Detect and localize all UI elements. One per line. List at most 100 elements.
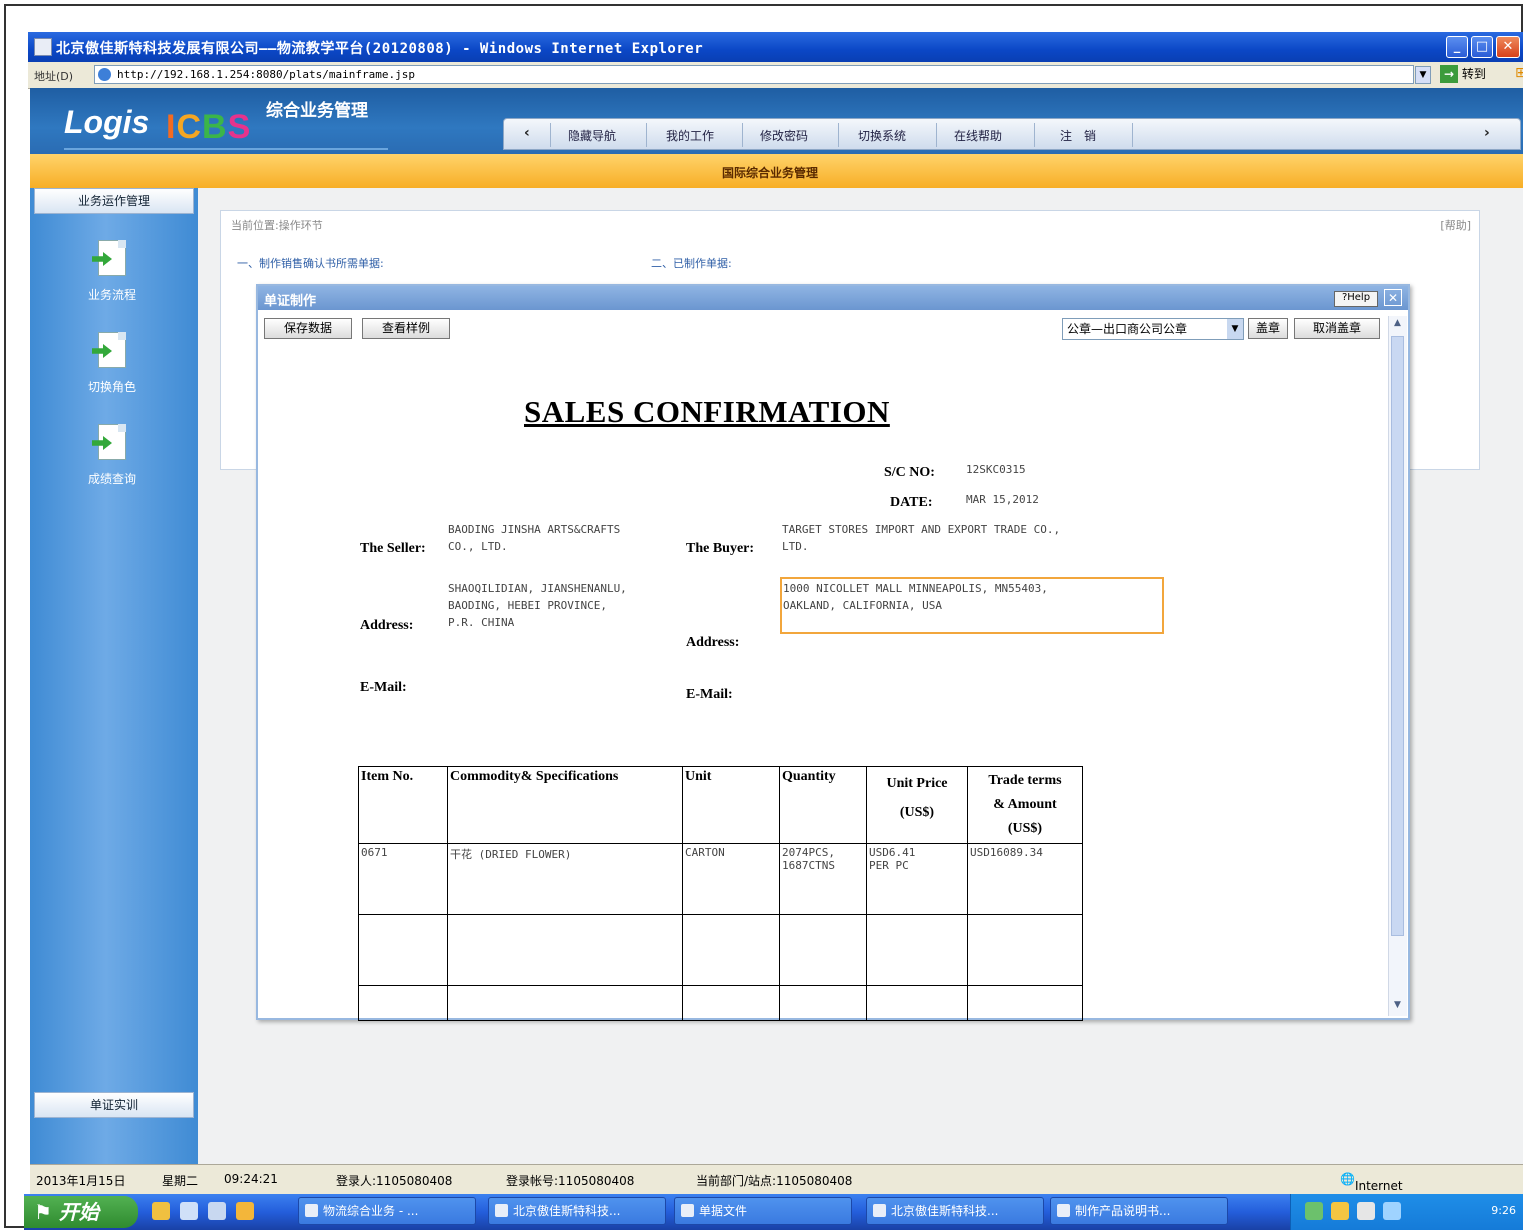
table-row bbox=[358, 914, 1083, 986]
status-department: 当前部门/站点:1105080408 bbox=[696, 1174, 853, 1188]
nav-online-help[interactable]: 在线帮助 bbox=[954, 127, 1002, 144]
url-dropdown-icon[interactable]: ▼ bbox=[1415, 66, 1431, 84]
cell-amount[interactable]: USD16089.34 bbox=[967, 843, 1083, 915]
quicklaunch-media-icon[interactable] bbox=[208, 1202, 226, 1220]
header-commodity: Commodity& Specifications bbox=[447, 766, 683, 844]
document-arrow-icon[interactable] bbox=[92, 240, 132, 278]
dialog-titlebar: 单证制作 ?Help ✕ bbox=[258, 286, 1408, 310]
logo-logis: Logis bbox=[64, 104, 150, 140]
app-subtitle: 综合业务管理 bbox=[266, 101, 368, 121]
nav-switch-system[interactable]: 切换系统 bbox=[858, 127, 906, 144]
date-value[interactable]: MAR 15,2012 bbox=[966, 493, 1039, 506]
document-arrow-icon[interactable] bbox=[92, 424, 132, 462]
view-sample-button[interactable]: 查看样例 bbox=[362, 318, 450, 339]
maximize-button[interactable]: □ bbox=[1471, 36, 1493, 58]
seller-address-value[interactable]: SHAOQILIDIAN, JIANSHENANLU, BAODING, HEB… bbox=[448, 580, 627, 631]
header-quantity: Quantity bbox=[779, 766, 867, 844]
module-band: 国际综合业务管理 bbox=[30, 154, 1523, 188]
nav-logout[interactable]: 注 销 bbox=[1060, 127, 1096, 144]
dialog-close-icon[interactable]: ✕ bbox=[1384, 289, 1402, 306]
taskbar-item-1[interactable]: 物流综合业务 - ... bbox=[298, 1197, 476, 1225]
url-text: http://192.168.1.254:8080/plats/mainfram… bbox=[117, 68, 416, 81]
tray-volume-icon[interactable] bbox=[1357, 1202, 1375, 1220]
scroll-down-icon[interactable]: ▼ bbox=[1391, 1000, 1404, 1014]
document-arrow-icon[interactable] bbox=[92, 332, 132, 370]
quicklaunch-desktop-icon[interactable] bbox=[152, 1202, 170, 1220]
stamp-button[interactable]: 盖章 bbox=[1248, 318, 1288, 339]
buyer-email-label: E-Mail: bbox=[686, 687, 733, 702]
dialog-scrollbar[interactable]: ▲ ▼ bbox=[1388, 316, 1407, 1016]
nav-hide-navigation[interactable]: 隐藏导航 bbox=[568, 127, 616, 144]
tray-network-icon[interactable] bbox=[1305, 1202, 1323, 1220]
status-date: 2013年1月15日 bbox=[36, 1174, 126, 1188]
cancel-stamp-button[interactable]: 取消盖章 bbox=[1294, 318, 1380, 339]
seller-address-label: Address: bbox=[360, 618, 414, 633]
cell-commodity[interactable]: 干花 (DRIED FLOWER) bbox=[447, 843, 683, 915]
table-row: 0671 干花 (DRIED FLOWER) CARTON 2074PCS, 1… bbox=[358, 843, 1083, 915]
minimize-button[interactable]: _ bbox=[1446, 36, 1468, 58]
quicklaunch-ie-icon[interactable] bbox=[180, 1202, 198, 1220]
taskbar-item-2[interactable]: 北京傲佳斯特科技... bbox=[488, 1197, 666, 1225]
sidebar-item-grade-query[interactable]: 成绩查询 bbox=[60, 470, 164, 487]
sidebar-header-ops[interactable]: 业务运作管理 bbox=[34, 188, 194, 214]
sidebar-header-docs[interactable]: 单证实训 bbox=[34, 1092, 194, 1118]
url-input[interactable]: http://192.168.1.254:8080/plats/mainfram… bbox=[94, 65, 1431, 84]
header-unit: Unit bbox=[682, 766, 780, 844]
dialog-help-button[interactable]: ?Help bbox=[1334, 291, 1378, 307]
cell-quantity[interactable]: 2074PCS, 1687CTNS bbox=[779, 843, 867, 915]
start-button[interactable]: ⚑ 开始 bbox=[24, 1196, 138, 1228]
nav-my-work[interactable]: 我的工作 bbox=[666, 127, 714, 144]
module-title: 国际综合业务管理 bbox=[722, 166, 819, 180]
section-made-docs: 二、已制作单据: bbox=[651, 257, 732, 270]
address-bar: 地址(D) http://192.168.1.254:8080/plats/ma… bbox=[28, 62, 1523, 89]
close-window-button[interactable]: ✕ bbox=[1496, 36, 1520, 58]
seal-select-value: 公章—出口商公司公章 bbox=[1067, 322, 1188, 336]
taskbar-item-5[interactable]: 制作产品说明书... bbox=[1050, 1197, 1228, 1225]
quicklaunch-app-icon[interactable] bbox=[236, 1202, 254, 1220]
top-nav: ‹ 隐藏导航 我的工作 修改密码 切换系统 在线帮助 注 销 › bbox=[503, 118, 1521, 150]
nav-right-arrow-icon[interactable]: › bbox=[1484, 125, 1490, 141]
sidebar: 业务运作管理 业务流程 切换角色 成绩查询 单证实训 bbox=[30, 188, 198, 1164]
address-label: 地址(D) bbox=[34, 70, 74, 83]
sidebar-item-switch-role[interactable]: 切换角色 bbox=[60, 378, 164, 395]
tray-security-icon[interactable] bbox=[1331, 1202, 1349, 1220]
date-label: DATE: bbox=[890, 495, 933, 510]
taskbar-item-3[interactable]: 单据文件 bbox=[674, 1197, 852, 1225]
scroll-up-icon[interactable]: ▲ bbox=[1391, 318, 1404, 332]
seller-label: The Seller: bbox=[360, 541, 426, 556]
sidebar-item-business-flow[interactable]: 业务流程 bbox=[60, 286, 164, 303]
go-button[interactable]: → 转到 bbox=[1440, 65, 1498, 84]
status-zone: 🌐 Internet bbox=[1340, 1172, 1403, 1193]
page-icon bbox=[98, 68, 111, 81]
window-title: 北京傲佳斯特科技发展有限公司——物流教学平台(20120808) - Windo… bbox=[56, 41, 704, 57]
go-label: 转到 bbox=[1461, 67, 1486, 81]
cell-unit[interactable]: CARTON bbox=[682, 843, 780, 915]
scroll-thumb[interactable] bbox=[1391, 336, 1404, 936]
buyer-address-input[interactable]: 1000 NICOLLET MALL MINNEAPOLIS, MN55403,… bbox=[780, 577, 1164, 634]
buyer-label: The Buyer: bbox=[686, 541, 755, 556]
window-titlebar: 北京傲佳斯特科技发展有限公司——物流教学平台(20120808) - Windo… bbox=[28, 32, 1523, 62]
nav-change-password[interactable]: 修改密码 bbox=[760, 127, 808, 144]
buyer-value[interactable]: TARGET STORES IMPORT AND EXPORT TRADE CO… bbox=[782, 521, 1060, 555]
taskbar-item-4[interactable]: 北京傲佳斯特科技... bbox=[866, 1197, 1044, 1225]
goods-table: Item No. Commodity& Specifications Unit … bbox=[358, 766, 1083, 1021]
cell-unit-price[interactable]: USD6.41 PER PC bbox=[866, 843, 968, 915]
nav-left-arrow-icon[interactable]: ‹ bbox=[524, 125, 530, 141]
seller-value[interactable]: BAODING JINSHA ARTS&CRAFTS CO., LTD. bbox=[448, 521, 620, 555]
seller-email-label: E-Mail: bbox=[360, 680, 407, 695]
header-trade-terms: Trade terms & Amount (US$) bbox=[967, 766, 1083, 844]
status-login-user: 登录人:1105080408 bbox=[336, 1174, 453, 1188]
document-title: SALES CONFIRMATION bbox=[524, 394, 890, 429]
chevron-down-icon[interactable]: ▼ bbox=[1227, 319, 1243, 339]
buyer-address-value: 1000 NICOLLET MALL MINNEAPOLIS, MN55403,… bbox=[783, 582, 1048, 612]
status-bar: 2013年1月15日 星期二 09:24:21 登录人:1105080408 登… bbox=[30, 1164, 1523, 1195]
cell-item-no[interactable]: 0671 bbox=[358, 843, 448, 915]
save-data-button[interactable]: 保存数据 bbox=[264, 318, 352, 339]
ie-window-icon bbox=[34, 38, 52, 56]
logo-icbs: ICBS bbox=[166, 108, 252, 146]
help-link[interactable]: [帮助] bbox=[1440, 217, 1471, 233]
sc-no-value[interactable]: 12SKC0315 bbox=[966, 463, 1026, 476]
tray-ime-icon[interactable] bbox=[1383, 1202, 1401, 1220]
seal-select[interactable]: 公章—出口商公司公章 ▼ bbox=[1062, 318, 1244, 340]
dialog-title: 单证制作 bbox=[264, 294, 317, 309]
